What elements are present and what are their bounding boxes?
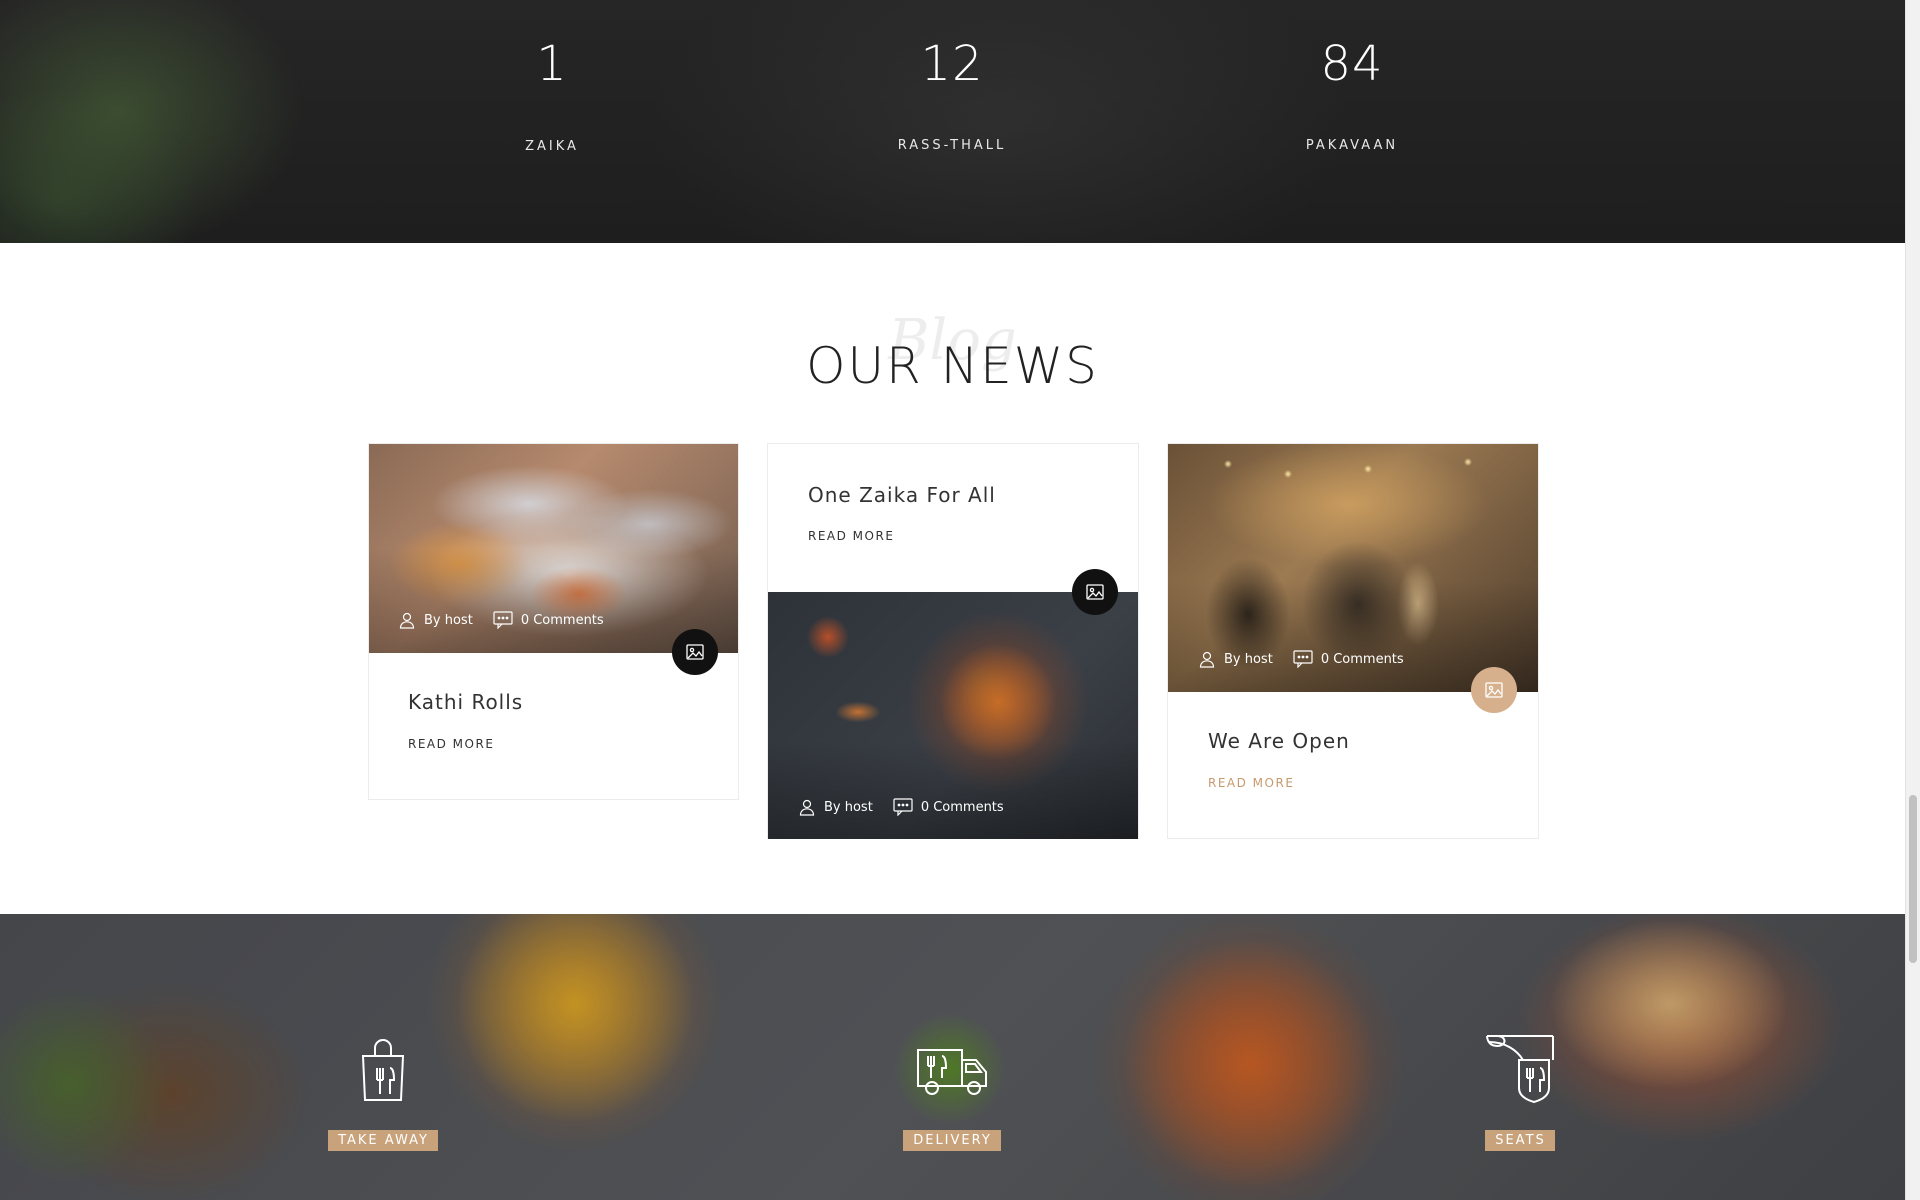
counter-number: 84 — [1320, 36, 1384, 92]
post-meta: By host 0 Comments — [1198, 650, 1404, 668]
service-seats: SEATS — [1450, 1032, 1590, 1151]
post-comments[interactable]: 0 Comments — [921, 800, 1004, 815]
counter-number: 1 — [536, 36, 568, 92]
news-heading: Blog OUR NEWS — [0, 300, 1905, 395]
page-scrollbar[interactable] — [1905, 0, 1920, 1200]
takeaway-bag-icon — [361, 1039, 405, 1101]
page-title: OUR NEWS — [806, 337, 1099, 395]
comment-icon — [493, 611, 513, 629]
user-icon — [1199, 651, 1215, 668]
post-title[interactable]: Kathi Rolls — [408, 690, 523, 714]
image-format-icon — [1072, 569, 1118, 615]
user-icon — [399, 612, 415, 629]
restaurant-sign-icon — [1486, 1035, 1554, 1104]
service-delivery: DELIVERY — [882, 1032, 1022, 1151]
counters-section: 1 ZAIKA 12 RASS-THALL 84 PAKAVAAN — [0, 0, 1905, 243]
post-author[interactable]: By host — [1224, 652, 1273, 667]
counter-zaika: 1 ZAIKA — [422, 36, 682, 154]
counter-label: PAKAVAAN — [1305, 138, 1399, 153]
counter-label: RASS-THALL — [897, 138, 1007, 153]
delivery-truck-icon — [917, 1049, 987, 1095]
post-comments[interactable]: 0 Comments — [1321, 652, 1404, 667]
scrollbar-thumb[interactable] — [1909, 795, 1917, 963]
post-author[interactable]: By host — [824, 800, 873, 815]
post-title[interactable]: We Are Open — [1208, 729, 1350, 753]
read-more-link[interactable]: READ MORE — [808, 529, 894, 543]
post-meta: By host 0 Comments — [398, 611, 604, 629]
counter-label: ZAIKA — [525, 139, 579, 154]
user-icon — [799, 799, 815, 816]
read-more-link[interactable]: READ MORE — [408, 737, 494, 751]
services-section: TAKE AWAY DELIVERY SEATS — [0, 914, 1905, 1200]
comment-icon — [893, 798, 913, 816]
image-format-icon — [1471, 667, 1517, 713]
read-more-link[interactable]: READ MORE — [1208, 776, 1294, 790]
counter-pakavaan: 84 PAKAVAAN — [1222, 36, 1482, 153]
service-label: DELIVERY — [903, 1130, 1001, 1151]
post-meta: By host 0 Comments — [798, 798, 1004, 816]
service-label: SEATS — [1485, 1130, 1555, 1151]
comment-icon — [1293, 650, 1313, 668]
post-title[interactable]: One Zaika For All — [808, 483, 996, 507]
post-comments[interactable]: 0 Comments — [521, 613, 604, 628]
service-label: TAKE AWAY — [328, 1130, 438, 1151]
counter-rass-thall: 12 RASS-THALL — [822, 36, 1082, 153]
service-take-away: TAKE AWAY — [313, 1032, 453, 1151]
image-format-icon — [672, 629, 718, 675]
post-author[interactable]: By host — [424, 613, 473, 628]
counter-number: 12 — [920, 36, 984, 92]
